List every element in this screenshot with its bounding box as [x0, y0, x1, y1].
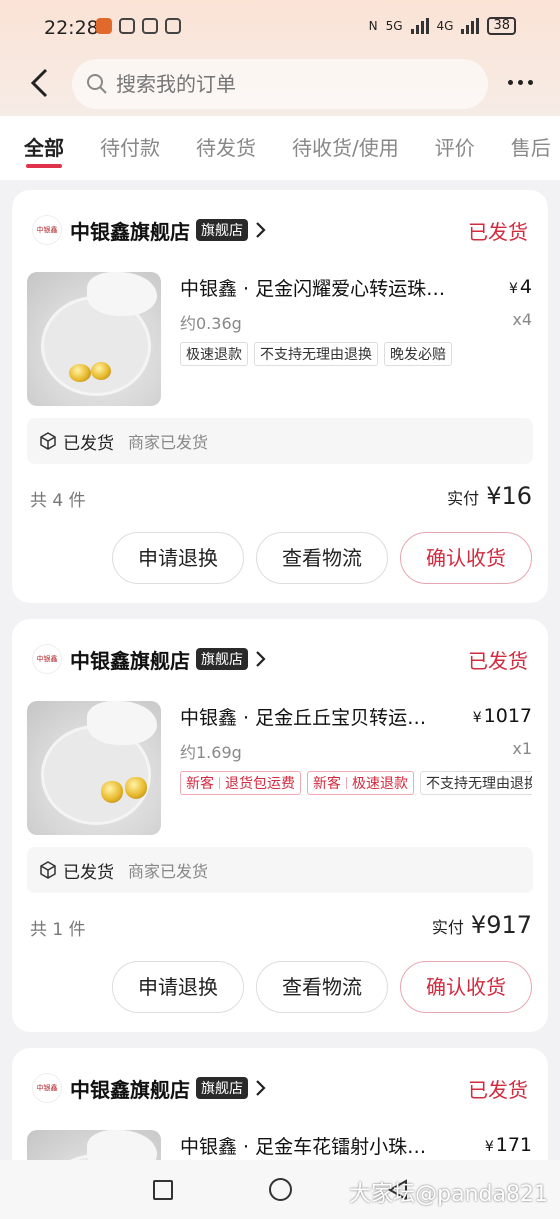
- product-image[interactable]: [27, 701, 161, 835]
- flagship-badge: 旗舰店: [196, 219, 248, 241]
- shop-header[interactable]: 中银鑫 中银鑫旗舰店 旗舰店: [32, 1072, 266, 1104]
- taobao-notification-icon: [142, 18, 158, 34]
- package-icon: [40, 432, 56, 450]
- tab-all[interactable]: 全部: [24, 116, 64, 180]
- search-icon: [87, 74, 107, 94]
- product-image[interactable]: [27, 272, 161, 406]
- shop-header[interactable]: 中银鑫 中银鑫旗舰店 旗舰店: [32, 214, 266, 246]
- shop-name[interactable]: 中银鑫旗舰店: [70, 1074, 190, 1103]
- paid-total: 实付 ¥16: [447, 482, 532, 510]
- search-bar[interactable]: [72, 59, 488, 109]
- product-title[interactable]: 中银鑫 · 足金闪耀爱心转运珠…: [180, 274, 490, 301]
- signal-bars-icon: [410, 18, 429, 34]
- order-tabs: 全部 待付款 待发货 待收货/使用 评价 售后: [0, 116, 560, 180]
- request-return-button[interactable]: 申请退换: [112, 532, 244, 584]
- order-status: 已发货: [468, 649, 528, 673]
- chevron-right-icon[interactable]: [254, 221, 266, 239]
- battery-icon: 38: [487, 17, 516, 35]
- chevron-right-icon[interactable]: [254, 650, 266, 668]
- tab-pending-receipt[interactable]: 待收货/使用: [292, 116, 399, 180]
- request-return-button[interactable]: 申请退换: [112, 961, 244, 1013]
- shop-logo: 中银鑫: [32, 215, 62, 245]
- back-arrow-icon[interactable]: [28, 68, 52, 98]
- product-price: ¥4: [508, 276, 532, 298]
- shop-logo: 中银鑫: [32, 644, 62, 674]
- item-count: 共 4 件: [30, 491, 86, 511]
- order-status: 已发货: [468, 1078, 528, 1102]
- view-logistics-button[interactable]: 查看物流: [256, 532, 388, 584]
- nfc-icon: N: [368, 19, 378, 33]
- confirm-receipt-button[interactable]: 确认收货: [400, 532, 532, 584]
- paid-total: 实付 ¥917: [431, 911, 532, 939]
- service-tag: 不支持无理由退换: [420, 771, 532, 795]
- search-input[interactable]: [116, 72, 456, 96]
- network-label: 4G: [436, 19, 454, 33]
- product-title[interactable]: 中银鑫 · 足金车花镭射小珠…: [180, 1132, 476, 1159]
- confirm-receipt-button[interactable]: 确认收货: [400, 961, 532, 1013]
- flagship-badge: 旗舰店: [196, 1077, 248, 1099]
- shipping-description: 商家已发货: [128, 433, 209, 452]
- service-tags: 极速退款 不支持无理由退换 晚发必赔: [180, 342, 532, 366]
- shop-name[interactable]: 中银鑫旗舰店: [70, 645, 190, 674]
- status-time: 22:28: [44, 17, 99, 39]
- shipping-status-bar[interactable]: 已发货 商家已发货: [27, 418, 533, 464]
- item-count: 共 1 件: [30, 920, 86, 940]
- view-logistics-button[interactable]: 查看物流: [256, 961, 388, 1013]
- shop-logo: 中银鑫: [32, 1073, 62, 1103]
- tab-pending-payment[interactable]: 待付款: [100, 116, 160, 180]
- shipping-status-bar[interactable]: 已发货 商家已发货: [27, 847, 533, 893]
- service-tag: 不支持无理由退换: [254, 342, 378, 366]
- product-price: ¥1017: [472, 705, 532, 727]
- more-options-icon[interactable]: [508, 72, 538, 92]
- new-customer-tag: 新客 退货包运费: [180, 771, 301, 795]
- status-bar: 22:28 N 5G 4G 38: [0, 0, 560, 56]
- order-status: 已发货: [468, 220, 528, 244]
- service-tag: 晚发必赔: [384, 342, 452, 366]
- new-customer-tag: 新客 极速退款: [307, 771, 414, 795]
- recent-apps-icon[interactable]: [153, 1180, 173, 1200]
- shipping-status: 已发货: [63, 862, 114, 883]
- tab-review[interactable]: 评价: [435, 116, 475, 180]
- shop-header[interactable]: 中银鑫 中银鑫旗舰店 旗舰店: [32, 643, 266, 675]
- product-price: ¥171: [484, 1134, 532, 1156]
- package-icon: [40, 861, 56, 879]
- header: 22:28 N 5G 4G 38: [0, 0, 560, 116]
- service-tags: 新客 退货包运费 新客 极速退款 不支持无理由退换: [180, 771, 532, 795]
- chevron-right-icon[interactable]: [254, 1079, 266, 1097]
- tab-after-sales[interactable]: 售后: [511, 116, 551, 180]
- product-title[interactable]: 中银鑫 · 足金丘丘宝贝转运…: [180, 703, 470, 730]
- app-notification-icon: [96, 18, 112, 34]
- message-notification-icon: [165, 18, 181, 34]
- network-label: 5G: [385, 19, 403, 33]
- order-card[interactable]: 中银鑫 中银鑫旗舰店 旗舰店 已发货 中银鑫 · 足金丘丘宝贝转运… ¥1017…: [12, 619, 548, 1032]
- signal-bars-icon: [461, 18, 480, 34]
- order-card[interactable]: 中银鑫 中银鑫旗舰店 旗舰店 已发货 中银鑫 · 足金闪耀爱心转运珠… ¥4 约…: [12, 190, 548, 603]
- home-icon[interactable]: [269, 1178, 292, 1201]
- shipping-status: 已发货: [63, 433, 114, 454]
- shield-notification-icon: [119, 18, 135, 34]
- product-quantity: x4: [512, 310, 532, 329]
- tab-pending-shipment[interactable]: 待发货: [196, 116, 256, 180]
- service-tag: 极速退款: [180, 342, 248, 366]
- watermark: 大家坛@panda821: [349, 1182, 548, 1207]
- top-nav: [0, 56, 560, 112]
- shop-name[interactable]: 中银鑫旗舰店: [70, 216, 190, 245]
- product-spec: 约0.36g: [180, 314, 242, 333]
- shipping-description: 商家已发货: [128, 862, 209, 881]
- product-spec: 约1.69g: [180, 743, 242, 762]
- flagship-badge: 旗舰店: [196, 648, 248, 670]
- product-quantity: x1: [512, 739, 532, 758]
